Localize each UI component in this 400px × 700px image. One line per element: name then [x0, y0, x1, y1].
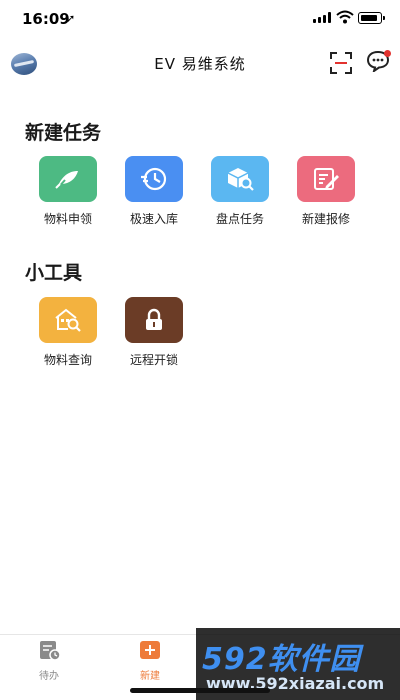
tile-label: 物料申领: [43, 212, 92, 226]
home-indicator: [130, 688, 270, 693]
signal-icon: [313, 12, 331, 23]
tab-label: 新建: [140, 671, 160, 682]
edit-form-icon: [297, 156, 355, 202]
tile-label: 盘点任务: [215, 212, 264, 226]
tab-todo[interactable]: 待办: [29, 639, 69, 682]
todo-icon: [40, 641, 61, 661]
tile-label: 物料查询: [43, 353, 92, 367]
tab-new[interactable]: 新建: [130, 639, 170, 682]
watermark-brand: 592软件园: [202, 642, 361, 677]
wifi-icon: [336, 10, 354, 24]
nav-bar: EV 易维系统: [0, 40, 400, 86]
tile-material-query[interactable]: 物料查询: [33, 297, 103, 368]
section-title-tools: 小工具: [25, 262, 83, 284]
tile-label: 新建报修: [301, 212, 350, 226]
box-search-icon: [211, 156, 269, 202]
tab-label: 待办: [39, 671, 59, 682]
status-bar: 16:09 ➚: [0, 0, 400, 36]
tile-remote-unlock[interactable]: 远程开锁: [119, 297, 189, 368]
tile-fast-stock-in[interactable]: 极速入库: [119, 156, 189, 227]
location-arrow-icon: ➚: [66, 12, 76, 25]
lock-icon: [125, 297, 183, 343]
status-time: 16:09: [22, 10, 70, 28]
unread-badge: [384, 50, 391, 57]
tile-inventory-task[interactable]: 盘点任务: [205, 156, 275, 227]
battery-icon: [358, 12, 385, 24]
tile-label: 远程开锁: [129, 353, 178, 367]
fast-clock-icon: [125, 156, 183, 202]
tile-material-request[interactable]: 物料申领: [33, 156, 103, 227]
new-plus-icon: [140, 641, 160, 659]
house-search-icon: [39, 297, 97, 343]
tile-label: 极速入库: [129, 212, 178, 226]
section-title-new-task: 新建任务: [25, 122, 102, 144]
tile-new-repair[interactable]: 新建报修: [291, 156, 361, 227]
leaf-pen-icon: [39, 156, 97, 202]
scan-icon[interactable]: [330, 52, 352, 74]
